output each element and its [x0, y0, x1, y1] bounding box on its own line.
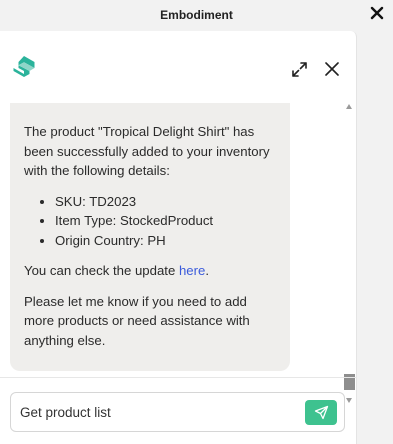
composer: [10, 392, 345, 432]
assistant-message: The product "Tropical Delight Shirt" has…: [10, 103, 290, 371]
scroll-up-arrow-icon[interactable]: [346, 104, 352, 109]
message-closing: Please let me know if you need to add mo…: [24, 293, 250, 348]
check-prefix: You can check the update: [24, 263, 179, 278]
message-input[interactable]: [20, 393, 290, 431]
detail-list: SKU: TD2023 Item Type: StockedProduct Or…: [24, 192, 276, 251]
message-scrollbar[interactable]: [343, 103, 355, 408]
brand-logo-icon: [13, 56, 35, 77]
update-link[interactable]: here: [179, 263, 205, 278]
check-update-text: You can check the update here.: [24, 261, 276, 281]
message-list: The product "Tropical Delight Shirt" has…: [0, 103, 357, 408]
chat-panel: The product "Tropical Delight Shirt" has…: [0, 31, 357, 444]
list-item: SKU: TD2023: [55, 192, 276, 212]
expand-icon[interactable]: [292, 62, 307, 77]
close-icon[interactable]: [370, 6, 384, 20]
message-intro: The product "Tropical Delight Shirt" has…: [24, 124, 270, 178]
composer-divider: [0, 377, 357, 378]
list-item: Origin Country: PH: [55, 231, 276, 251]
chat-header: [0, 31, 357, 103]
list-item: Item Type: StockedProduct: [55, 211, 276, 231]
close-icon[interactable]: [325, 62, 339, 76]
send-button[interactable]: [305, 400, 337, 425]
check-suffix: .: [205, 263, 210, 278]
window-title: Embodiment: [160, 8, 233, 22]
window-titlebar: Embodiment: [0, 0, 393, 31]
send-icon: [314, 405, 329, 420]
scroll-down-arrow-icon[interactable]: [346, 398, 352, 403]
